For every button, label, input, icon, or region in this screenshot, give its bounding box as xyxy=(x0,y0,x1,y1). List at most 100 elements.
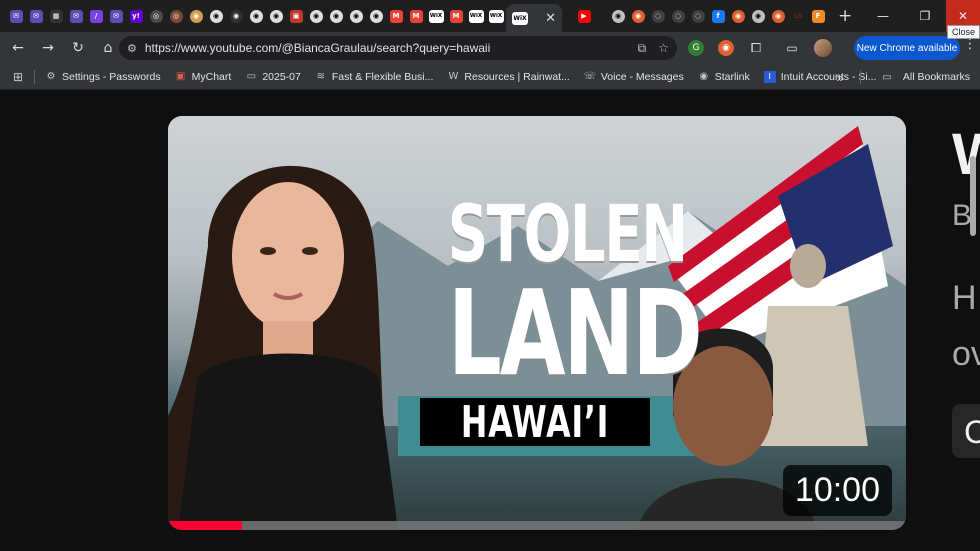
tab_favicons-tab-round[interactable]: ◎ xyxy=(166,0,186,32)
tab_favicons-tab-yahoo[interactable]: y! xyxy=(126,0,146,32)
tab_favicons-tab-slash[interactable]: / xyxy=(86,0,106,32)
tab_favicons-tab-round[interactable]: ◉ xyxy=(186,0,206,32)
grammarly-icon[interactable]: G xyxy=(688,40,704,56)
site-info-icon[interactable]: ⚙ xyxy=(127,42,137,55)
lii-icon: LII xyxy=(793,12,803,20)
tab_favicons-tab-round[interactable]: ◉ xyxy=(366,0,386,32)
tab_favicons_right-tab-round[interactable]: ◉ xyxy=(608,0,628,32)
round-icon: ◉ xyxy=(751,9,765,23)
minimize-button[interactable]: — xyxy=(862,0,904,32)
active-tab[interactable]: WiX ✕ xyxy=(506,4,562,32)
thumbnail-title-line1: STOLEN xyxy=(447,190,688,280)
new-tab-button[interactable]: + xyxy=(838,6,852,26)
round-icon: ◉ xyxy=(329,9,343,23)
bookmark-item[interactable]: ⚙ Settings - Passwords xyxy=(45,71,161,83)
bookmark-item[interactable]: W Resources | Rainwat... xyxy=(447,71,569,83)
round-icon: ◎ xyxy=(149,9,163,23)
tab_favicons-tab-round[interactable]: ◉ xyxy=(246,0,266,32)
forward-arrow-icon: → xyxy=(42,40,54,56)
tab_favicons-tab-gmail[interactable]: M xyxy=(446,0,466,32)
gmail-icon: M xyxy=(389,9,403,23)
back-arrow-icon: ← xyxy=(12,40,24,56)
reload-button[interactable]: ↻ xyxy=(64,34,92,62)
bookmark-item[interactable]: ▭ 2025-07 xyxy=(245,71,301,83)
restore-button[interactable]: ❐ xyxy=(904,0,946,32)
tab_favicons_right-tab-youtube[interactable]: ▶ xyxy=(574,0,594,32)
tab_favicons-tab-red[interactable]: ▣ xyxy=(286,0,306,32)
youtube-icon: ▶ xyxy=(577,9,591,23)
chapter-chip[interactable]: C xyxy=(952,404,980,458)
channel-name[interactable]: B xyxy=(952,199,972,233)
apps-grid-icon[interactable]: ⊞ xyxy=(12,70,24,84)
round-icon: ◉ xyxy=(631,9,645,23)
tab-list: ✉ ✉ ▦ ✉ / ✉ y! ◎ ◎ ◉ ◉ ◉ ◉ ◉ ▣ ◉ ◉ ◉ ◉ M M WiX M WiX WiX xyxy=(0,0,506,32)
grid-icon: ▦ xyxy=(49,9,63,23)
tab_favicons-tab-gmail[interactable]: M xyxy=(386,0,406,32)
video-thumbnail[interactable]: STOLEN LAND HAWAI’I 10:00 xyxy=(168,116,906,530)
wix-icon: WiX xyxy=(428,9,444,23)
video-description-line2: ov xyxy=(952,335,980,373)
tab_favicons-tab-round[interactable]: ◎ xyxy=(146,0,166,32)
wifi-icon: ≋ xyxy=(316,71,326,82)
starlink-icon: ◉ xyxy=(699,71,709,82)
tab_favicons_right-tab-round[interactable]: ◉ xyxy=(768,0,788,32)
tab_favicons_right-tab-round[interactable]: ◌ xyxy=(668,0,688,32)
extension-icon[interactable]: ◉ xyxy=(718,40,734,56)
bookmark-star-icon[interactable]: ☆ xyxy=(658,41,669,56)
tab_favicons-tab-wix[interactable]: WiX xyxy=(486,0,506,32)
tab_favicons-tab-round[interactable]: ◉ xyxy=(266,0,286,32)
voice-icon: ☏ xyxy=(583,71,597,82)
avatar[interactable] xyxy=(814,39,832,57)
scrollbar[interactable] xyxy=(970,156,976,236)
address-bar[interactable]: ⚙ https://www.youtube.com/@BiancaGraulau… xyxy=(119,36,677,60)
round-icon: ◉ xyxy=(189,9,203,23)
round-icon: ◎ xyxy=(169,9,183,23)
tab_favicons-tab-grid[interactable]: ▦ xyxy=(46,0,66,32)
forward-button[interactable]: → xyxy=(34,34,62,62)
tab_favicons_right-tab-round[interactable]: ◉ xyxy=(628,0,648,32)
all-bookmarks-link[interactable]: All Bookmarks xyxy=(903,71,970,83)
new-chrome-button[interactable]: New Chrome available xyxy=(854,36,960,60)
bookmark-item[interactable]: ▣ MyChart xyxy=(175,71,231,83)
bookmark-item[interactable]: ≋ Fast & Flexible Busi... xyxy=(315,71,434,83)
back-button[interactable]: ← xyxy=(4,34,32,62)
tab_favicons_right-tab-facebook[interactable]: f xyxy=(708,0,728,32)
tab_favicons-tab-mail[interactable]: ✉ xyxy=(26,0,46,32)
tab_favicons_right-tab-round[interactable]: ◌ xyxy=(648,0,668,32)
puzzle-icon[interactable]: ⧠ xyxy=(748,40,764,56)
bookmark-label: Starlink xyxy=(714,70,750,83)
bookmark-item[interactable]: ☏ Voice - Messages xyxy=(584,71,684,83)
tab-list-right: ▶ ◉ ◉ ◌ ◌ ◌ f ◉ ◉ ◉ LII F xyxy=(562,0,828,32)
tab_favicons-tab-round[interactable]: ◉ xyxy=(206,0,226,32)
tab_favicons-tab-round[interactable]: ◉ xyxy=(326,0,346,32)
bookmark-item[interactable]: ◉ Starlink xyxy=(698,70,750,83)
tab_favicons_right-tab-lii[interactable]: LII xyxy=(788,0,808,32)
tab_favicons-tab-round[interactable]: ◉ xyxy=(306,0,326,32)
tab_favicons_right-tab-f-orange[interactable]: F xyxy=(808,0,828,32)
bookmark-label: 2025-07 xyxy=(262,70,301,83)
tab_favicons_right-tab-round[interactable]: ◉ xyxy=(728,0,748,32)
tab_favicons-tab-mail[interactable]: ✉ xyxy=(106,0,126,32)
bookmarks-overflow-icon[interactable]: » xyxy=(837,70,844,85)
url-text[interactable]: https://www.youtube.com/@BiancaGraulau/s… xyxy=(145,41,638,55)
tab-close-icon[interactable]: ✕ xyxy=(545,11,556,26)
tab_favicons-tab-mail[interactable]: ✉ xyxy=(66,0,86,32)
tab_favicons-tab-round[interactable]: ◉ xyxy=(346,0,366,32)
folder-icon: ▭ xyxy=(246,71,257,82)
tab_favicons_right-tab-round[interactable]: ◌ xyxy=(688,0,708,32)
tab_favicons-tab-gmail[interactable]: M xyxy=(406,0,426,32)
home-button[interactable]: ⌂ xyxy=(94,34,122,62)
youtube-content: STOLEN LAND HAWAI’I 10:00 W B H ov C xyxy=(0,91,980,551)
tab_favicons-tab-mail[interactable]: ✉ xyxy=(6,0,26,32)
close-tooltip: Close xyxy=(946,25,980,39)
thumbnail-title-line2: LAND xyxy=(447,264,703,402)
mychart-icon: ▣ xyxy=(175,71,186,82)
round-icon: ◉ xyxy=(349,9,363,23)
side-panel-icon[interactable]: ▭ xyxy=(784,40,800,56)
tab_favicons_right-tab-round[interactable]: ◉ xyxy=(748,0,768,32)
tab_favicons-tab-wix[interactable]: WiX xyxy=(466,0,486,32)
tab_favicons-tab-wix[interactable]: WiX xyxy=(426,0,446,32)
tab_favicons-tab-round[interactable]: ◉ xyxy=(226,0,246,32)
bookmark-label: Fast & Flexible Busi... xyxy=(331,70,434,83)
install-app-icon[interactable]: ⧉ xyxy=(638,41,647,56)
